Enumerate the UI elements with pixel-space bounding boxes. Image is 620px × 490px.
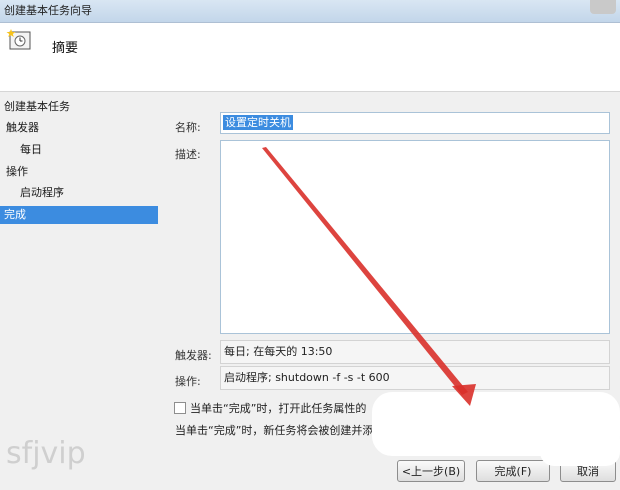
watermark: sfjvip: [6, 436, 86, 471]
red-arrow-annotation: [262, 147, 476, 406]
